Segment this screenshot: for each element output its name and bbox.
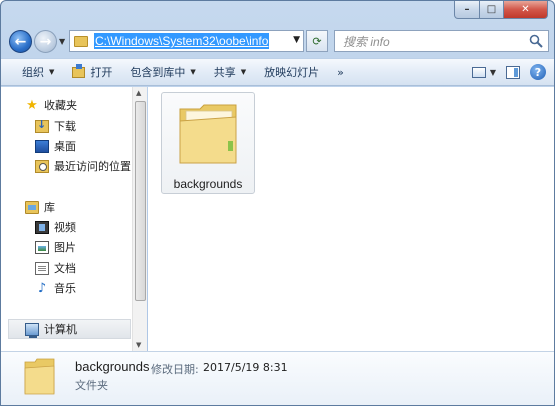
tree-item-label: 桌面 — [54, 140, 76, 153]
refresh-button[interactable]: ⟳ — [306, 30, 328, 52]
include-in-library-button[interactable]: 包含到库中 ▼ — [121, 59, 204, 85]
search-input[interactable]: 搜索 info — [343, 33, 390, 50]
tree-item-label: 最近访问的位置 — [54, 160, 131, 173]
share-label: 共享 — [213, 66, 236, 79]
video-icon — [35, 220, 49, 234]
tree-item-music[interactable]: ♪ 音乐 — [35, 280, 76, 296]
help-button[interactable]: ? — [530, 63, 546, 81]
details-item-name: backgrounds — [75, 359, 150, 374]
music-icon: ♪ — [37, 280, 47, 296]
list-item[interactable]: backgrounds — [161, 92, 255, 194]
tree-item-label: 音乐 — [54, 282, 76, 295]
tree-item-downloads[interactable]: 下载 — [35, 118, 76, 134]
search-box[interactable]: 搜索 info — [334, 30, 549, 52]
caption-buttons: – □ ✕ — [454, 1, 548, 19]
tree-item-label: 库 — [44, 201, 55, 214]
explorer-window: – □ ✕ ← → ▼ C:\Windows\System32\oobe\inf… — [0, 0, 555, 406]
tree-item-favorites[interactable]: ★ 收藏夹 — [25, 97, 77, 113]
navigation-scrollbar[interactable]: ▲ ▼ — [132, 87, 147, 351]
command-bar: 组织 ▼ 打开 包含到库中 ▼ 共享 ▼ 放映幻灯片 » ▼ ? — [1, 58, 554, 86]
open-label: 打开 — [90, 66, 113, 79]
search-icon[interactable] — [529, 34, 543, 48]
desktop-icon — [35, 139, 49, 153]
item-name: backgrounds — [173, 177, 243, 191]
file-list: backgrounds — [148, 87, 554, 351]
details-modified-value: 2017/5/19 8:31 — [203, 361, 288, 374]
change-view-button[interactable]: ▼ — [471, 63, 496, 81]
tree-item-libraries[interactable]: 库 — [25, 199, 55, 215]
chevron-down-icon: ▼ — [49, 68, 55, 76]
chevron-down-icon: ▼ — [240, 68, 247, 76]
tree-item-label: 视频 — [54, 221, 76, 234]
slideshow-button[interactable]: 放映幻灯片 — [255, 59, 328, 85]
recent-places-icon — [35, 159, 49, 173]
preview-pane-icon — [506, 65, 520, 79]
recent-pages-dropdown[interactable]: ▼ — [59, 37, 65, 46]
tree-item-videos[interactable]: 视频 — [35, 219, 76, 235]
star-icon: ★ — [26, 97, 38, 113]
folder-icon — [24, 358, 55, 395]
organize-button[interactable]: 组织 ▼ — [13, 59, 63, 85]
scroll-down-icon[interactable]: ▼ — [136, 341, 141, 349]
details-pane: backgrounds 修改日期: 2017/5/19 8:31 文件夹 — [1, 351, 554, 405]
tree-item-label: 下载 — [54, 120, 76, 133]
organize-label: 组织 — [22, 66, 44, 79]
minimize-button[interactable]: – — [454, 1, 480, 19]
address-bar[interactable]: C:\Windows\System32\oobe\info ▼ — [69, 30, 304, 52]
pictures-icon — [35, 240, 49, 254]
documents-icon — [35, 261, 49, 275]
tree-item-label: 图片 — [54, 241, 76, 254]
scrollbar-thumb[interactable] — [135, 101, 146, 301]
tree-item-label: 收藏夹 — [44, 99, 77, 112]
chevron-down-icon[interactable]: ▼ — [293, 35, 300, 45]
maximize-button[interactable]: □ — [480, 1, 504, 19]
details-modified-label: 修改日期: — [151, 363, 199, 376]
close-button[interactable]: ✕ — [504, 1, 548, 19]
back-button[interactable]: ← — [9, 30, 32, 53]
more-commands-button[interactable]: » — [328, 59, 353, 85]
toolbar-right-group: ▼ ? — [471, 63, 546, 81]
tree-item-pictures[interactable]: 图片 — [35, 239, 76, 255]
tree-item-computer[interactable]: 计算机 — [25, 321, 77, 338]
tree-item-recent-places[interactable]: 最近访问的位置 — [35, 158, 131, 174]
details-item-type: 文件夹 — [75, 379, 108, 392]
forward-button[interactable]: → — [34, 30, 57, 53]
library-icon — [25, 200, 39, 214]
chevron-down-icon: ▼ — [489, 67, 496, 77]
computer-icon — [25, 322, 39, 338]
navigation-pane: ★ 收藏夹 下载 桌面 最近访问的位置 库 视频 图片 文档 — [1, 87, 147, 351]
more-commands-label: » — [337, 65, 344, 79]
help-icon: ? — [530, 64, 546, 80]
downloads-icon — [35, 118, 49, 133]
folder-icon — [74, 35, 88, 47]
tree-item-label: 文档 — [54, 262, 76, 275]
address-path[interactable]: C:\Windows\System32\oobe\info — [94, 33, 270, 49]
chevron-down-icon: ▼ — [190, 68, 196, 76]
open-icon — [72, 63, 86, 78]
tree-item-documents[interactable]: 文档 — [35, 260, 76, 276]
include-in-library-label: 包含到库中 — [130, 66, 186, 79]
folder-icon — [179, 104, 237, 164]
refresh-icon: ⟳ — [312, 34, 322, 48]
scroll-up-icon[interactable]: ▲ — [136, 89, 141, 97]
tree-item-desktop[interactable]: 桌面 — [35, 138, 76, 154]
preview-pane-button[interactable] — [506, 63, 520, 81]
open-button[interactable]: 打开 — [63, 59, 121, 85]
view-icon — [471, 66, 486, 78]
tree-item-label: 计算机 — [44, 323, 77, 336]
share-button[interactable]: 共享 ▼ — [205, 59, 255, 85]
slideshow-label: 放映幻灯片 — [264, 66, 320, 79]
